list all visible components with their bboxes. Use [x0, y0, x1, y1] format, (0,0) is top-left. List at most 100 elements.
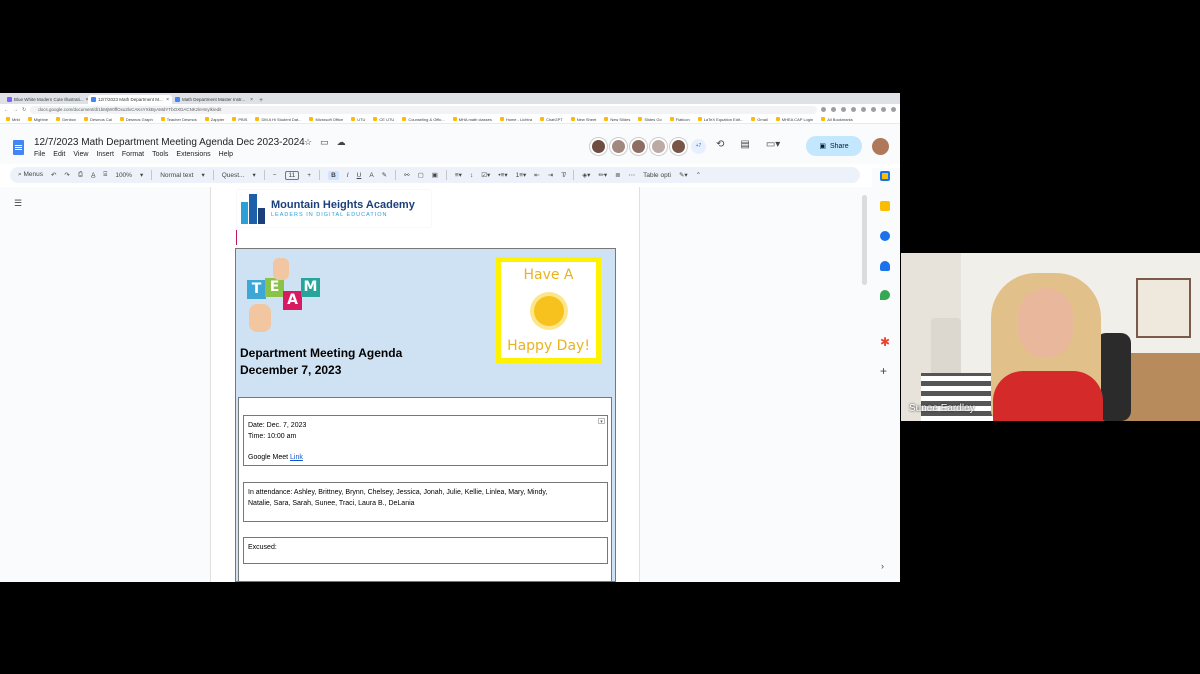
- browser-tab[interactable]: Math Department Master Instr... ×: [172, 95, 256, 104]
- user-avatar[interactable]: [872, 138, 889, 155]
- bookmark-item[interactable]: Desmos Cal: [84, 117, 112, 122]
- indent-increase-icon[interactable]: ⇥: [548, 171, 553, 179]
- font-size-input[interactable]: 11: [284, 170, 300, 180]
- decrease-font-icon[interactable]: −: [273, 172, 277, 179]
- bookmark-item[interactable]: Mrkt: [6, 117, 20, 122]
- star-icon[interactable]: ☆: [304, 137, 312, 148]
- spellcheck-icon[interactable]: A̲: [91, 172, 95, 179]
- menu-help[interactable]: Help: [219, 151, 233, 158]
- fill-color-icon[interactable]: ◈▾: [582, 171, 590, 179]
- bookmark-item[interactable]: DM A Hi Student Dat...: [255, 117, 301, 122]
- underline-icon[interactable]: U: [357, 172, 362, 179]
- scrollbar[interactable]: [862, 195, 867, 285]
- italic-icon[interactable]: I: [347, 172, 349, 179]
- add-addon-icon[interactable]: +: [880, 364, 887, 378]
- bookmark-item[interactable]: UTU: [351, 117, 365, 122]
- highlight-icon[interactable]: ✎: [382, 171, 387, 179]
- bookmark-item[interactable]: Teacher Desmos: [160, 117, 197, 122]
- bookmark-item[interactable]: New Slides: [604, 117, 630, 122]
- new-tab-icon[interactable]: +: [259, 97, 263, 104]
- bullet-list-icon[interactable]: •≡▾: [498, 171, 507, 179]
- history-icon[interactable]: ⟲: [716, 139, 724, 150]
- print-icon[interactable]: ⎙: [78, 171, 83, 179]
- bookmark-item[interactable]: Zappier: [204, 117, 224, 122]
- bookmark-item[interactable]: LaTeX Equation Edit...: [697, 117, 743, 122]
- move-folder-icon[interactable]: ▭: [320, 137, 329, 148]
- meet-icon[interactable]: ▭▾: [766, 139, 780, 150]
- bookmark-item[interactable]: Flaticon: [669, 117, 690, 122]
- menu-extensions[interactable]: Extensions: [176, 151, 210, 158]
- reload-icon[interactable]: ↻: [22, 107, 26, 113]
- asterisk-icon[interactable]: ✱: [880, 335, 890, 349]
- bookmark-item[interactable]: MHA math classes: [452, 117, 492, 122]
- browser-tab-active[interactable]: 12/7/2023 Math Department M... ×: [88, 95, 172, 104]
- font-select[interactable]: Quest...: [222, 172, 245, 179]
- forward-icon[interactable]: →: [13, 107, 18, 113]
- attendance-cell[interactable]: In attendance: Ashley, Brittney, Brynn, …: [243, 482, 608, 522]
- menu-insert[interactable]: Insert: [96, 151, 114, 158]
- maps-icon[interactable]: [880, 290, 890, 300]
- menu-format[interactable]: Format: [122, 151, 144, 158]
- search-menus[interactable]: ⌕ Menus: [18, 171, 43, 179]
- bookmark-item[interactable]: New Sheet: [570, 117, 596, 122]
- bookmark-item[interactable]: MHEA CAP Login: [775, 117, 813, 122]
- indent-decrease-icon[interactable]: ⇤: [534, 171, 539, 179]
- avatar[interactable]: [610, 138, 627, 155]
- zoom-select[interactable]: 100%: [115, 172, 132, 179]
- avatar[interactable]: [670, 138, 687, 155]
- close-icon[interactable]: ×: [250, 97, 253, 103]
- browser-tab[interactable]: Blue White Modern Cute Illustrati... ×: [4, 95, 88, 104]
- excused-cell[interactable]: Excused:: [243, 537, 608, 564]
- calendar-icon[interactable]: [880, 171, 890, 181]
- meet-link[interactable]: Link: [290, 454, 303, 461]
- bold-icon[interactable]: B: [328, 170, 339, 180]
- close-icon[interactable]: ×: [166, 97, 169, 103]
- style-select[interactable]: Normal text: [160, 172, 193, 179]
- contacts-icon[interactable]: [880, 261, 890, 271]
- comments-icon[interactable]: ▤: [740, 139, 749, 150]
- line-spacing-icon[interactable]: ↕: [470, 172, 473, 179]
- bookmark-item[interactable]: Home - Lichtra: [499, 117, 532, 122]
- chevron-right-icon[interactable]: ›: [881, 561, 884, 571]
- tasks-icon[interactable]: [880, 231, 890, 241]
- paint-format-icon[interactable]: ⌸: [103, 171, 107, 179]
- border-dash-icon[interactable]: ⋯: [629, 171, 636, 179]
- increase-font-icon[interactable]: +: [307, 172, 311, 179]
- bookmark-item[interactable]: CE UTU: [373, 117, 394, 122]
- back-icon[interactable]: ←: [4, 107, 9, 113]
- menu-tools[interactable]: Tools: [152, 151, 168, 158]
- meeting-info-cell[interactable]: Date: Dec. 7, 2023 Time: 10:00 am Google…: [243, 415, 608, 466]
- avatar[interactable]: [650, 138, 667, 155]
- bookmark-item[interactable]: PBIS: [232, 117, 247, 122]
- docs-logo-icon[interactable]: [13, 140, 24, 155]
- border-width-icon[interactable]: ≣: [615, 171, 620, 179]
- cell-menu-icon[interactable]: ▾: [598, 418, 605, 425]
- collapse-toolbar-icon[interactable]: ⌃: [696, 171, 701, 179]
- menu-file[interactable]: File: [34, 151, 45, 158]
- url-input[interactable]: docs.google.com/document/d/1bMjW0ffOxu2l…: [30, 105, 817, 114]
- bookmark-item[interactable]: ChatGPT: [540, 117, 563, 122]
- more-collaborators-badge[interactable]: +7: [691, 139, 706, 154]
- align-icon[interactable]: ≡▾: [455, 171, 462, 179]
- avatar[interactable]: [630, 138, 647, 155]
- clear-formatting-icon[interactable]: T̸: [561, 172, 565, 179]
- outline-icon[interactable]: ☰: [14, 198, 22, 209]
- redo-icon[interactable]: ↷: [64, 171, 69, 179]
- link-icon[interactable]: ⚯: [404, 171, 409, 179]
- bookmark-item[interactable]: Counseling & Offic...: [402, 117, 445, 122]
- document-title[interactable]: 12/7/2023 Math Department Meeting Agenda…: [34, 137, 305, 148]
- bookmark-item[interactable]: Desmos Graph: [119, 117, 153, 122]
- table-options-button[interactable]: Table opti: [643, 172, 671, 179]
- menu-view[interactable]: View: [73, 151, 88, 158]
- numbered-list-icon[interactable]: 1≡▾: [516, 171, 527, 179]
- undo-icon[interactable]: ↶: [51, 171, 56, 179]
- keep-icon[interactable]: [880, 201, 890, 211]
- share-button[interactable]: ▣ Share: [806, 136, 862, 156]
- bookmark-item[interactable]: Gmail: [751, 117, 768, 122]
- checklist-icon[interactable]: ☑▾: [481, 171, 490, 179]
- menu-edit[interactable]: Edit: [53, 151, 65, 158]
- text-color-icon[interactable]: A: [369, 172, 373, 179]
- border-color-icon[interactable]: ✏▾: [598, 171, 607, 179]
- editing-mode-icon[interactable]: ✎▾: [679, 171, 688, 179]
- bookmark-item[interactable]: Slides Go: [638, 117, 662, 122]
